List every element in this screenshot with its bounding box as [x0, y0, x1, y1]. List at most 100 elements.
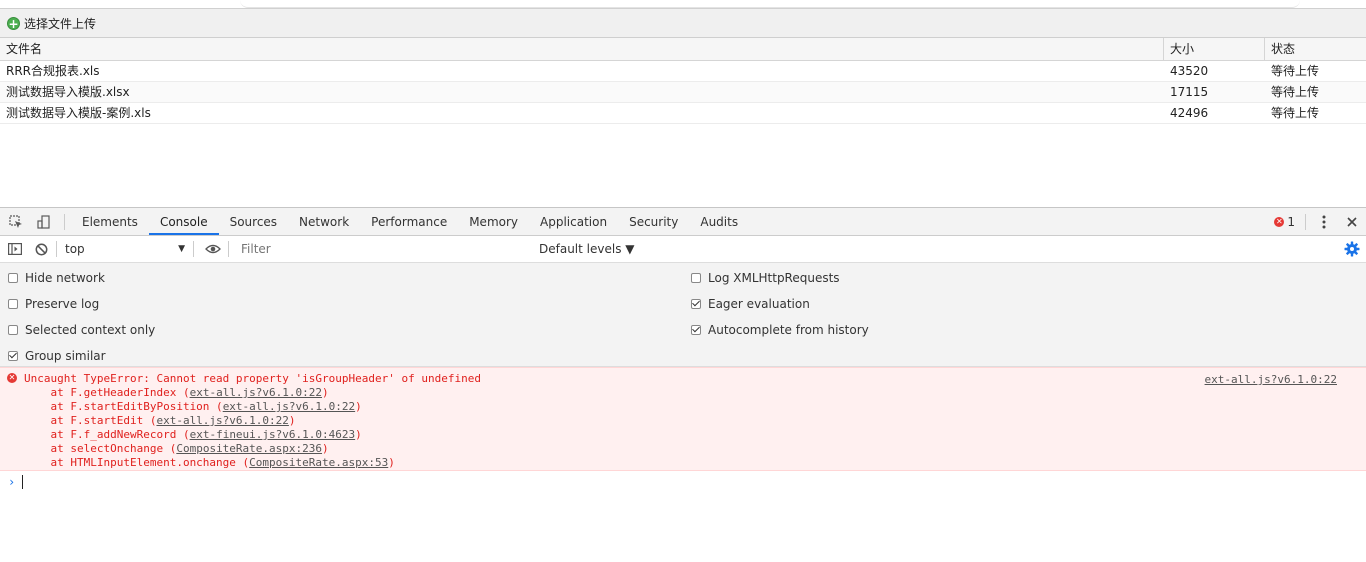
autocomplete-history-checkbox[interactable] [691, 325, 701, 335]
stack-frame-link[interactable]: ext-fineui.js?v6.1.0:4623 [190, 428, 356, 441]
error-icon: ✕ [7, 373, 17, 383]
device-toolbar-icon[interactable] [30, 208, 58, 236]
autocomplete-history-option[interactable]: Autocomplete from history [691, 323, 869, 337]
tab-audits[interactable]: Audits [689, 208, 749, 235]
tab-application[interactable]: Application [529, 208, 618, 235]
more-options-icon[interactable] [1310, 208, 1338, 236]
tab-network[interactable]: Network [288, 208, 360, 235]
stack-frame-suffix: ) [288, 414, 296, 427]
file-status-cell: 等待上传 [1271, 106, 1320, 120]
table-row[interactable]: RRR合规报表.xls 43520 等待上传 [0, 61, 1366, 82]
error-count: 1 [1287, 215, 1295, 229]
stack-frame: at F.startEditByPosition (ext-all.js?v6.… [24, 400, 362, 414]
stack-frame-text: at HTMLInputElement.onchange ( [24, 456, 250, 469]
error-icon: ✕ [1274, 217, 1285, 227]
column-header-size[interactable]: 大小 [1164, 38, 1265, 60]
stack-frame: at HTMLInputElement.onchange (CompositeR… [24, 456, 395, 470]
column-header-filename[interactable]: 文件名 [0, 38, 1164, 60]
tab-separator [1305, 214, 1306, 230]
select-file-upload-button[interactable]: + 选择文件上传 [7, 15, 96, 32]
preserve-log-checkbox[interactable] [8, 299, 18, 309]
devtools-panel: Elements Console Sources Network Perform… [0, 208, 1366, 562]
toolbar-separator [193, 241, 194, 257]
prompt-chevron-icon: › [8, 475, 16, 489]
toolbar-separator [56, 241, 57, 257]
tab-elements[interactable]: Elements [71, 208, 149, 235]
filter-input[interactable] [237, 238, 533, 260]
log-xhr-checkbox[interactable] [691, 273, 701, 283]
eager-evaluation-label: Eager evaluation [708, 297, 810, 311]
table-row[interactable]: 测试数据导入模版.xlsx 17115 等待上传 [0, 82, 1366, 103]
file-status-cell: 等待上传 [1271, 64, 1320, 78]
preserve-log-option[interactable]: Preserve log [8, 297, 99, 311]
file-size-cell: 17115 [1170, 85, 1209, 99]
stack-frame-suffix: ) [322, 442, 329, 455]
hide-network-option[interactable]: Hide network [8, 271, 105, 285]
tab-performance[interactable]: Performance [360, 208, 458, 235]
console-settings-pane: Hide network Preserve log Selected conte… [0, 263, 1366, 367]
file-status-cell: 等待上传 [1271, 85, 1320, 99]
tab-separator [64, 213, 65, 230]
eager-evaluation-option[interactable]: Eager evaluation [691, 297, 810, 311]
live-expression-eye-icon[interactable] [202, 238, 224, 260]
group-similar-option[interactable]: Group similar [8, 349, 106, 363]
stack-frame-link[interactable]: ext-all.js?v6.1.0:22 [190, 386, 322, 399]
file-grid-header: 文件名 大小 状态 [0, 38, 1366, 61]
select-file-upload-label: 选择文件上传 [24, 16, 97, 31]
stack-frame-text: at F.startEditByPosition ( [24, 400, 223, 413]
show-sidebar-icon[interactable] [4, 238, 26, 260]
tab-sources[interactable]: Sources [219, 208, 288, 235]
console-prompt[interactable]: › [0, 472, 1366, 492]
stack-frame-suffix: ) [322, 386, 329, 399]
file-grid-body: RRR合规报表.xls 43520 等待上传 测试数据导入模版.xlsx 171… [0, 61, 1366, 124]
clear-console-icon[interactable] [30, 238, 52, 260]
stack-frame: at F.f_addNewRecord (ext-fineui.js?v6.1.… [24, 428, 362, 442]
stack-frame-link[interactable]: CompositeRate.aspx:53 [249, 456, 388, 469]
context-selector[interactable]: top ▼ [61, 239, 189, 259]
stack-frame-text: at selectOnchange ( [24, 442, 177, 455]
toolbar-separator [228, 241, 229, 257]
dropdown-arrow-icon: ▼ [178, 244, 185, 254]
tab-console[interactable]: Console [148, 208, 219, 235]
selected-context-only-label: Selected context only [25, 323, 156, 337]
text-caret [22, 475, 24, 489]
group-similar-label: Group similar [25, 349, 106, 363]
console-toolbar: top ▼ Default levels ▼ [0, 236, 1366, 263]
selected-context-only-checkbox[interactable] [8, 325, 18, 335]
stack-frame: at F.startEdit (ext-all.js?v6.1.0:22) [24, 414, 296, 428]
page-top-arc [240, 0, 1300, 8]
hide-network-label: Hide network [25, 271, 105, 285]
stack-frame-text: at F.getHeaderIndex ( [24, 386, 190, 399]
error-count-badge[interactable]: ✕ 1 [1268, 215, 1301, 229]
log-xhr-option[interactable]: Log XMLHttpRequests [691, 271, 840, 285]
file-size-cell: 42496 [1170, 106, 1209, 120]
eager-evaluation-checkbox[interactable] [691, 299, 701, 309]
default-levels-dropdown[interactable]: Default levels ▼ [539, 242, 635, 256]
add-circle-icon: + [7, 16, 20, 31]
selected-context-only-option[interactable]: Selected context only [8, 323, 155, 337]
stack-frame-link[interactable]: ext-all.js?v6.1.0:22 [223, 400, 355, 413]
stack-frame-suffix: ) [388, 456, 395, 469]
error-text: Uncaught TypeError: Cannot read property… [24, 372, 481, 385]
context-value: top [65, 242, 85, 256]
settings-gear-icon[interactable] [1344, 241, 1360, 260]
tab-memory[interactable]: Memory [458, 208, 529, 235]
group-similar-checkbox[interactable] [8, 351, 18, 361]
hide-network-checkbox[interactable] [8, 273, 18, 283]
upload-toolbar: + 选择文件上传 [0, 9, 1366, 38]
upload-panel: + 选择文件上传 文件名 大小 状态 RRR合规报表.xls 43520 等待上… [0, 8, 1366, 208]
stack-frame-link[interactable]: CompositeRate.aspx:236 [176, 442, 322, 455]
error-source-link[interactable]: ext-all.js?v6.1.0:22 [1205, 373, 1337, 387]
close-icon[interactable] [1338, 208, 1366, 236]
table-row[interactable]: 测试数据导入模版-案例.xls 42496 等待上传 [0, 103, 1366, 124]
inspect-element-icon[interactable] [2, 208, 30, 236]
column-header-status[interactable]: 状态 [1265, 38, 1366, 60]
tabbar-right-controls: ✕ 1 [1268, 208, 1366, 236]
stack-frame-suffix: ) [355, 428, 362, 441]
file-name-cell: 测试数据导入模版.xlsx [6, 85, 130, 99]
stack-frame-suffix: ) [355, 400, 362, 413]
log-xhr-label: Log XMLHttpRequests [708, 271, 840, 285]
tab-security[interactable]: Security [618, 208, 689, 235]
stack-frame: at F.getHeaderIndex (ext-all.js?v6.1.0:2… [24, 386, 329, 400]
stack-frame-link[interactable]: ext-all.js?v6.1.0:22 [156, 414, 288, 427]
